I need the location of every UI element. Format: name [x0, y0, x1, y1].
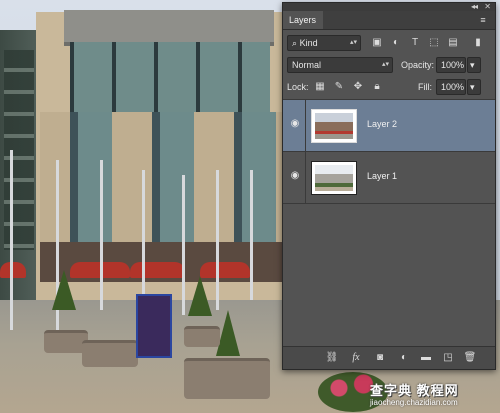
lock-row: Lock: ▦ ✎ ✥ 🔒︎ Fill: 100% ▾	[283, 75, 495, 99]
tab-layers[interactable]: Layers	[283, 11, 323, 29]
layer-name[interactable]: Layer 2	[367, 118, 397, 130]
new-group-icon[interactable]: ▬	[419, 351, 433, 365]
chevron-updown-icon: ▴▾	[349, 39, 357, 46]
new-layer-icon[interactable]: ◳	[441, 351, 455, 365]
opacity-dropdown-icon[interactable]: ▾	[467, 57, 481, 73]
shape-filter-icon[interactable]: ⬚	[427, 36, 441, 50]
topiary-tree	[52, 270, 76, 310]
topiary-tree	[188, 276, 212, 316]
lock-position-icon[interactable]: ✥	[351, 80, 365, 94]
divider	[305, 152, 306, 204]
thumbnail-image	[315, 113, 353, 139]
trash-icon[interactable]: 🗑︎	[463, 351, 477, 365]
layer-thumbnail	[311, 109, 357, 143]
layer-row-layer-1[interactable]: ◉ Layer 1	[283, 152, 495, 204]
filter-toggle-icon[interactable]: ▮	[471, 36, 485, 50]
pixel-filter-icon[interactable]: ▣	[370, 36, 384, 50]
blend-row: Normal ▴▾ Opacity: 100% ▾	[283, 53, 495, 77]
chevron-updown-icon: ▴▾	[381, 61, 389, 68]
layer-thumbnail	[311, 161, 357, 195]
blend-mode-select[interactable]: Normal ▴▾	[287, 57, 393, 73]
flag-pole	[10, 150, 13, 330]
red-umbrella	[130, 262, 185, 278]
panel-titlebar: ◂◂ ✕	[283, 2, 495, 11]
lock-pixels-icon[interactable]: ✎	[332, 80, 346, 94]
opacity-input[interactable]: 100%	[436, 57, 466, 73]
lock-label: Lock:	[287, 82, 309, 92]
planter	[184, 326, 220, 347]
adjustment-filter-icon[interactable]: ◐	[389, 36, 403, 50]
fill-label: Fill:	[418, 82, 432, 92]
lock-transparent-icon[interactable]: ▦	[313, 80, 327, 94]
adjustment-layer-icon[interactable]: ◐	[397, 351, 411, 365]
building-roof	[64, 10, 274, 46]
thumbnail-image	[315, 165, 353, 191]
fill-dropdown-icon[interactable]: ▾	[467, 79, 481, 95]
kind-label: Kind	[299, 38, 318, 48]
close-icon[interactable]: ✕	[484, 2, 491, 11]
planter	[184, 358, 270, 399]
planter	[82, 340, 138, 367]
flag-pole	[142, 170, 145, 310]
kind-filter-select[interactable]: ⌕ Kind ▴▾	[287, 35, 361, 51]
layers-list: ◉ Layer 2 ◉ Layer 1	[283, 99, 495, 340]
fill-input[interactable]: 100%	[436, 79, 466, 95]
search-icon: ⌕	[292, 38, 298, 48]
link-layers-icon[interactable]: ⛓	[325, 351, 339, 365]
layer-row-layer-2[interactable]: ◉ Layer 2	[283, 100, 495, 152]
smart-object-filter-icon[interactable]: ▤	[446, 36, 460, 50]
flag-pole	[182, 175, 185, 315]
add-mask-icon[interactable]: ◙	[373, 351, 387, 365]
fx-icon[interactable]: fx	[349, 351, 363, 365]
layer-name[interactable]: Layer 1	[367, 170, 397, 182]
filter-row: ⌕ Kind ▴▾ ▣ ◐ T ⬚ ▤ ▮	[283, 31, 495, 55]
flag-pole	[250, 170, 253, 300]
opacity-label: Opacity:	[401, 60, 435, 70]
flag-pole	[100, 160, 103, 310]
flag-pole	[216, 170, 219, 310]
red-umbrella	[0, 262, 26, 278]
visibility-eye-icon[interactable]: ◉	[289, 118, 301, 130]
panel-tabbar: Layers ≡	[283, 11, 495, 30]
street-sign	[136, 294, 172, 358]
type-filter-icon[interactable]: T	[408, 36, 422, 50]
watermark: 查字典 教程网 jiaocheng.chazidian.com	[370, 380, 494, 410]
lock-all-icon[interactable]: 🔒︎	[370, 80, 384, 94]
blend-mode-value: Normal	[292, 60, 322, 70]
visibility-eye-icon[interactable]: ◉	[289, 170, 301, 182]
building-left	[0, 30, 40, 330]
divider	[305, 100, 306, 152]
collapse-icon[interactable]: ◂◂	[471, 2, 478, 11]
layers-panel: ◂◂ ✕ Layers ≡ ⌕ Kind ▴▾ ▣ ◐ T ⬚ ▤ ▮ Norm…	[282, 2, 496, 370]
watermark-title: 查字典 教程网	[370, 383, 459, 398]
building-glass-floor	[70, 42, 270, 112]
watermark-url: jiaocheng.chazidian.com	[370, 398, 458, 407]
panel-footer: ⛓ fx ◙ ◐ ▬ ◳ 🗑︎	[283, 346, 495, 369]
panel-menu-icon[interactable]: ≡	[477, 14, 489, 26]
